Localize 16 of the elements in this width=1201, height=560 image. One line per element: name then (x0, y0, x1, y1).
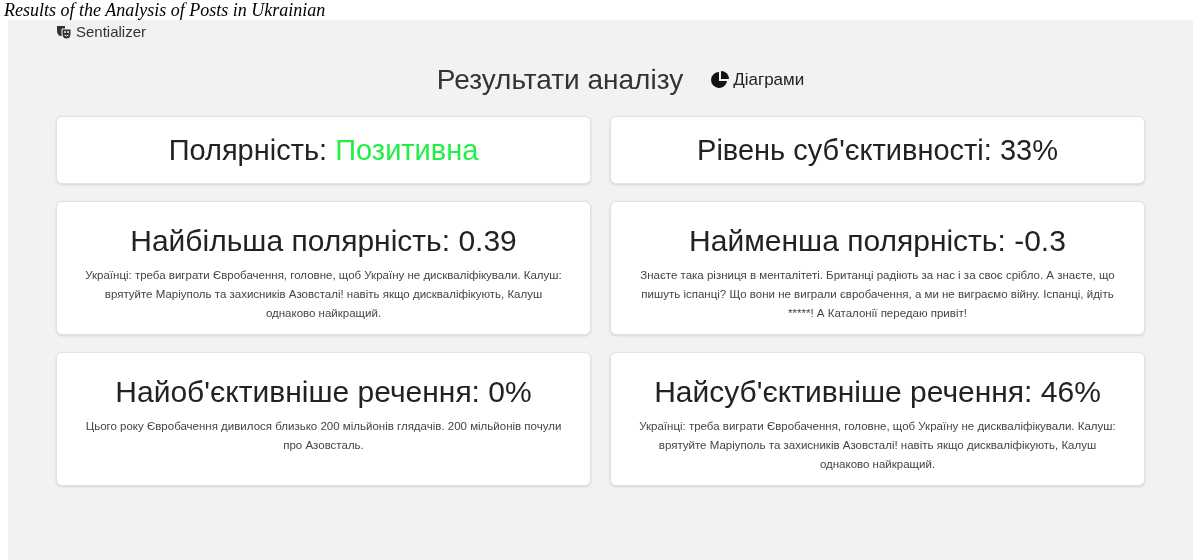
result-heading: Найсуб'єктивніше речення: 46% (654, 374, 1101, 410)
result-heading: Рівень суб'єктивності: 33% (697, 135, 1058, 165)
figure-caption: Results of the Analysis of Posts in Ukrainian (4, 0, 326, 20)
pie-chart-icon (711, 71, 730, 89)
sentence-text: Українці: треба виграти Євробачення, головне, щоб Україну не дискваліфікували. Калуш: врятуйте Маріуполь та захисників Азовсталі! навіть якщо дискваліфікують, Калуш однаково найкращий. (84, 267, 563, 321)
sentence-text: Знаєте така різниця в менталітеті. Британці радіють за нас і за своє срібло. А знаєте, що пишуть іспанці? Що вони не виграли євробачення, а ми не виграємо війну. Іспанці, йдіть *****! А Каталонії передаю привіт! (639, 267, 1116, 321)
sentence-text: Цього року Євробачення дивилося близько 200 мільйонів глядачів. 200 мільйонів почули про Азовсталь. (84, 418, 563, 453)
result-heading: Найбільша полярність: 0.39 (130, 223, 517, 259)
result-heading: Найоб'єктивніше речення: 0% (115, 374, 532, 410)
charts-link[interactable]: Діаграми (711, 67, 805, 93)
result-heading: Полярність: Позитивна (168, 135, 479, 165)
sentence-text: Українці: треба виграти Євробачення, головне, щоб Україну не дискваліфікували. Калуш: врятуйте Маріуполь та захисників Азовсталі! навіть якщо дискваліфікують, Калуш однаково найкращий. (638, 418, 1117, 472)
brand-link[interactable]: Sentializer (76, 20, 147, 44)
theater-masks-icon (56, 25, 72, 39)
page-title: Результати аналізу (436, 63, 684, 97)
result-heading: Найменша полярність: -0.3 (689, 223, 1066, 259)
